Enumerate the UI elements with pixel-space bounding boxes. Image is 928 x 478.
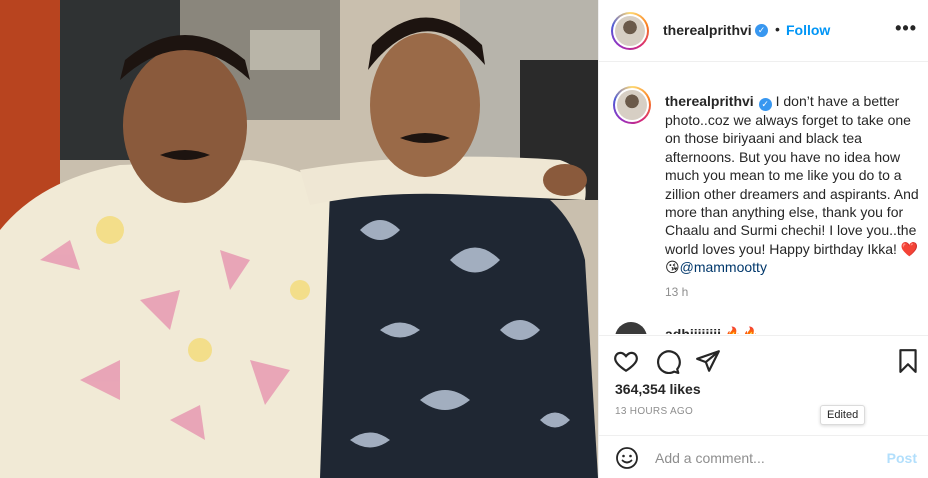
bookmark-icon[interactable] [895,348,921,374]
comments-area: therealprithvi ✓ I don’t have a better ph… [599,62,928,334]
caption-author-avatar[interactable] [613,86,651,124]
smiley-icon[interactable] [615,446,639,470]
comment-icon[interactable] [655,348,681,374]
post-time-ago[interactable]: 13 HOURS AGO [615,406,693,417]
author-avatar[interactable] [611,12,649,50]
follow-button[interactable]: Follow [786,22,830,38]
action-bar [599,335,928,387]
add-comment-bar: Post [599,435,928,478]
photo-illustration [0,0,598,478]
comment-input[interactable] [655,446,875,470]
caption-mention-link[interactable]: @mammootty [680,259,767,275]
heart-icon[interactable] [613,348,639,374]
more-options-icon[interactable]: ••• [895,18,917,39]
edited-tooltip: Edited [820,405,866,425]
post-sidebar: therealprithvi ✓ • Follow ••• therealpri… [598,0,928,478]
caption-timestamp[interactable]: 13 h [665,285,688,299]
caption-username[interactable]: therealprithvi [665,93,754,109]
post-caption: therealprithvi ✓ I don’t have a better ph… [665,92,921,277]
separator-dot: • [775,21,780,37]
caption-text: I don’t have a better photo..coz we alwa… [665,93,919,276]
comment-preview: adhiiiiiiii 🔥🔥 [665,326,760,334]
verified-badge-icon: ✓ [755,24,768,37]
likes-count[interactable]: 364,354 likes [615,381,701,397]
post-header: therealprithvi ✓ • Follow ••• [599,0,928,62]
paper-plane-icon[interactable] [695,348,721,374]
author-username[interactable]: therealprithvi [663,22,752,38]
commenter-avatar[interactable] [615,322,647,334]
post-photo[interactable] [0,0,598,478]
post-comment-button[interactable]: Post [887,450,917,466]
caption-verified-badge-icon: ✓ [758,98,772,111]
